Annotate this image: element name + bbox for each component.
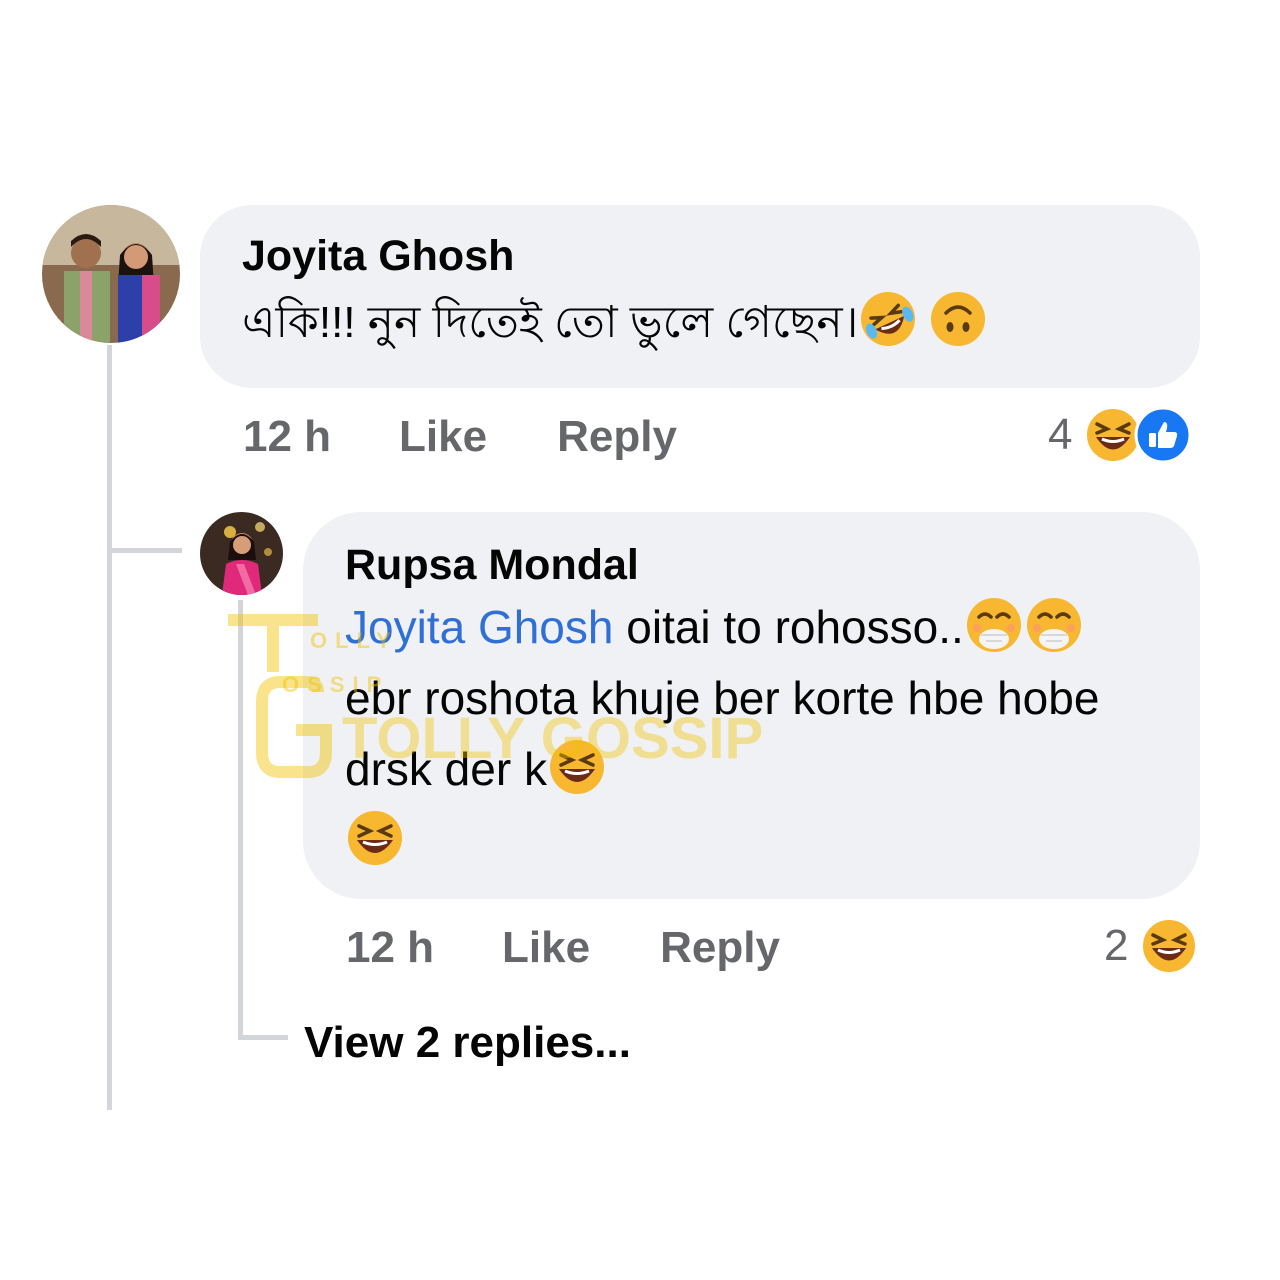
haha-reaction-icon [1140,917,1198,975]
comment-author[interactable]: Rupsa Mondal [345,540,1160,592]
comment-text-part2: ebr roshota khuje ber korte hbe hobe drs… [345,671,1100,795]
mention-link[interactable]: Joyita Ghosh [345,601,613,653]
reply-actions: 12 h Like Reply [346,923,850,973]
thread-line-branch [112,548,182,553]
face-with-hand-over-mouth-emoji [964,595,1024,655]
reaction-summary[interactable]: 4 [1048,406,1192,464]
reply-button[interactable]: Reply [660,923,780,973]
grinning-squinting-face-emoji [345,808,405,868]
comment-author[interactable]: Joyita Ghosh [242,231,1158,283]
comment-text-part1: oitai to rohosso.. [613,600,964,653]
upside-down-face-emoji [928,289,988,349]
reply-timestamp[interactable]: 12 h [346,923,434,973]
comment-bubble-joyita: Joyita Ghosh একি!!! নুন দিতেই তো ভুলে গে… [200,205,1200,388]
reply-button[interactable]: Reply [557,412,677,462]
avatar-rupsa-mondal[interactable] [200,512,283,595]
like-button[interactable]: Like [399,412,487,462]
view-replies-link[interactable]: View 2 replies... [304,1018,631,1068]
thread-line-reply [238,600,243,1040]
comment-timestamp[interactable]: 12 h [243,412,331,462]
reaction-count: 4 [1048,410,1073,459]
rolling-on-floor-laughing-emoji [858,289,918,349]
grinning-squinting-face-emoji [547,737,607,797]
thread-line-view-replies [238,1035,288,1040]
face-with-hand-over-mouth-emoji [1024,595,1084,655]
comment-text-content: একি!!! নুন দিতেই তো ভুলে গেছেন। [242,297,859,347]
comment-actions: 12 h Like Reply [243,412,747,462]
like-button[interactable]: Like [502,923,590,973]
comment-text: Joyita Ghosh oitai to rohosso.. ebr rosh… [345,592,1160,876]
thread-line-main [107,345,112,1110]
reaction-summary[interactable]: 2 [1104,917,1198,975]
like-reaction-icon [1134,406,1192,464]
comment-text: একি!!! নুন দিতেই তো ভুলে গেছেন। [242,289,1158,357]
reaction-count: 2 [1104,921,1129,970]
avatar-joyita-ghosh[interactable] [42,205,180,343]
comment-bubble-rupsa: Rupsa Mondal Joyita Ghosh oitai to rohos… [303,512,1200,899]
